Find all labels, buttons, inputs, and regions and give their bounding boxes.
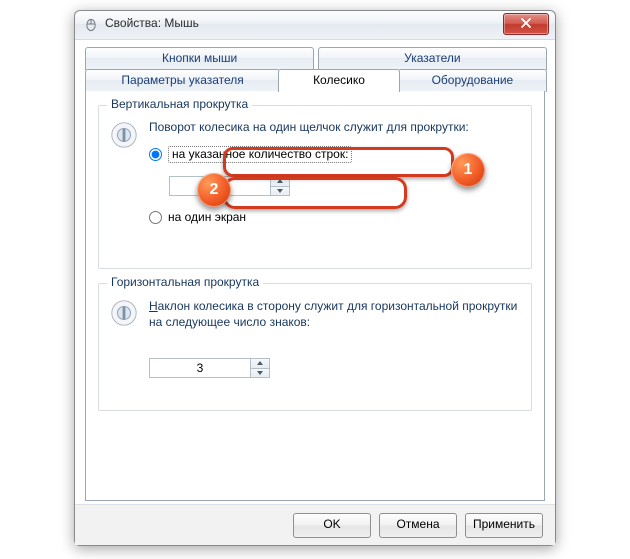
- group-vertical-legend: Вертикальная прокрутка: [107, 97, 252, 111]
- horiz-spinner-value[interactable]: 3: [150, 359, 250, 377]
- radio-screen-label: на один экран: [168, 210, 246, 224]
- horiz-spinner-up[interactable]: [251, 359, 269, 369]
- titlebar[interactable]: Свойства: Мышь: [75, 11, 555, 40]
- mouse-icon: [83, 16, 99, 32]
- wheel-icon: [109, 120, 139, 150]
- tab-wheel[interactable]: Колесико: [278, 69, 400, 92]
- close-button[interactable]: [503, 13, 549, 35]
- horiz-spinner[interactable]: 3: [149, 358, 270, 378]
- cancel-button[interactable]: Отмена: [379, 513, 457, 538]
- radio-screen-row[interactable]: на один экран: [149, 210, 246, 224]
- tab-pointer-options[interactable]: Параметры указателя: [85, 69, 280, 92]
- tab-pointers[interactable]: Указатели: [318, 47, 547, 70]
- tab-buttons[interactable]: Кнопки мыши: [85, 47, 314, 70]
- dialog-footer: OK Отмена Применить: [75, 504, 555, 545]
- close-icon: [520, 17, 532, 29]
- annotation-marker-1: 1: [451, 153, 485, 187]
- tab-page-wheel: Вертикальная прокрутка Поворот колесика …: [85, 91, 545, 501]
- lines-spinner-up[interactable]: [271, 177, 289, 187]
- vertical-heading: Поворот колесика на один щелчок служит д…: [149, 120, 521, 134]
- radio-screen[interactable]: [149, 211, 162, 224]
- tab-hardware[interactable]: Оборудование: [398, 69, 547, 92]
- horiz-spinner-down[interactable]: [251, 369, 269, 378]
- wheel-icon: [109, 298, 139, 328]
- ok-button[interactable]: OK: [293, 513, 371, 538]
- group-vertical-scroll: Вертикальная прокрутка Поворот колесика …: [98, 105, 532, 269]
- annotation-marker-2: 2: [197, 173, 231, 207]
- radio-lines[interactable]: [149, 148, 162, 161]
- client-area: Кнопки мыши Указатели Параметры указател…: [81, 45, 549, 501]
- mouse-properties-window: Свойства: Мышь Кнопки мыши Указатели Пар…: [74, 10, 556, 546]
- radio-lines-row[interactable]: на указанное количество строк:: [149, 146, 352, 163]
- apply-button[interactable]: Применить: [465, 513, 543, 538]
- group-horizontal-legend: Горизонтальная прокрутка: [107, 275, 263, 289]
- group-horizontal-scroll: Горизонтальная прокрутка Наклон колесика…: [98, 283, 532, 411]
- lines-spinner-down[interactable]: [271, 187, 289, 196]
- horizontal-text: Наклон колесика в сторону служит для гор…: [149, 298, 519, 330]
- window-title: Свойства: Мышь: [105, 16, 199, 30]
- radio-lines-label: на указанное количество строк:: [168, 146, 352, 163]
- tab-strip: Кнопки мыши Указатели Параметры указател…: [81, 45, 549, 95]
